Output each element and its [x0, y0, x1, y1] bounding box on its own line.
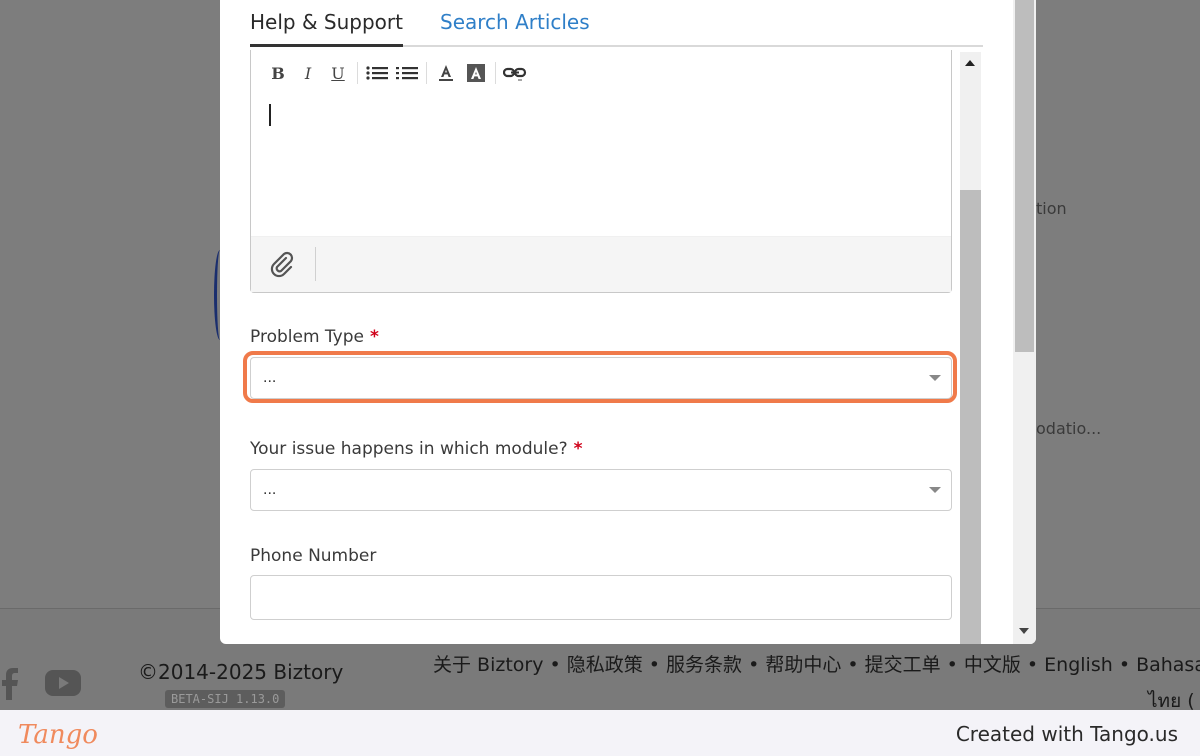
tango-credit: Created with Tango.us [955, 722, 1178, 746]
numbered-list-icon[interactable] [392, 60, 422, 86]
help-support-modal: Help & Support Search Articles B I U Pro… [220, 0, 1036, 644]
tango-highlight-box [243, 351, 957, 403]
youtube-icon[interactable] [44, 668, 82, 698]
scrollbar-thumb[interactable] [1013, 0, 1036, 352]
tab-search-articles[interactable]: Search Articles [440, 10, 590, 34]
scroll-up-arrow-icon[interactable] [965, 60, 975, 66]
phone-number-input[interactable] [250, 575, 952, 620]
chevron-down-icon [929, 487, 941, 493]
version-badge: BETA-SIJ 1.13.0 [165, 690, 286, 708]
scrollbar-thumb[interactable] [960, 190, 981, 644]
tab-help-support[interactable]: Help & Support [250, 10, 403, 47]
toolbar-divider [495, 62, 496, 84]
required-asterisk: * [573, 439, 583, 459]
italic-icon[interactable]: I [293, 60, 323, 86]
copyright-text: ©2014-2025 Biztory [138, 660, 344, 684]
bold-icon[interactable]: B [263, 60, 293, 86]
modal-tabs: Help & Support Search Articles [250, 0, 983, 47]
footer-divider [315, 247, 316, 281]
message-editor[interactable]: B I U [250, 50, 952, 293]
background-text: tion [1036, 199, 1067, 218]
problem-type-label: Problem Type * [250, 327, 379, 347]
text-color-icon[interactable] [431, 60, 461, 86]
toolbar-divider [426, 62, 427, 84]
paperclip-icon[interactable] [269, 251, 295, 279]
facebook-icon[interactable] [0, 668, 18, 700]
link-icon[interactable] [500, 60, 530, 86]
scroll-down-arrow-icon[interactable] [1019, 628, 1029, 634]
phone-number-label: Phone Number [250, 546, 377, 566]
module-value: ... [263, 481, 277, 498]
required-asterisk: * [369, 327, 379, 347]
footer-links[interactable]: 关于 Biztory • 隐私政策 • 服务条款 • 帮助中心 • 提交工单 •… [433, 650, 1200, 677]
toolbar-divider [357, 62, 358, 84]
tango-logo: Tango [18, 720, 98, 750]
tango-footer: Tango Created with Tango.us [0, 710, 1200, 756]
text-cursor [269, 104, 271, 126]
modal-scrollbar[interactable] [1013, 0, 1036, 644]
background-color-icon[interactable] [461, 60, 491, 86]
module-label: Your issue happens in which module? * [250, 439, 583, 459]
bulleted-list-icon[interactable] [362, 60, 392, 86]
editor-footer [251, 236, 951, 292]
editor-toolbar: B I U [263, 60, 530, 86]
background-text: odatio... [1036, 419, 1102, 438]
module-select[interactable]: ... [250, 469, 952, 511]
underline-icon[interactable]: U [323, 60, 353, 86]
editor-scrollbar[interactable] [960, 52, 981, 644]
